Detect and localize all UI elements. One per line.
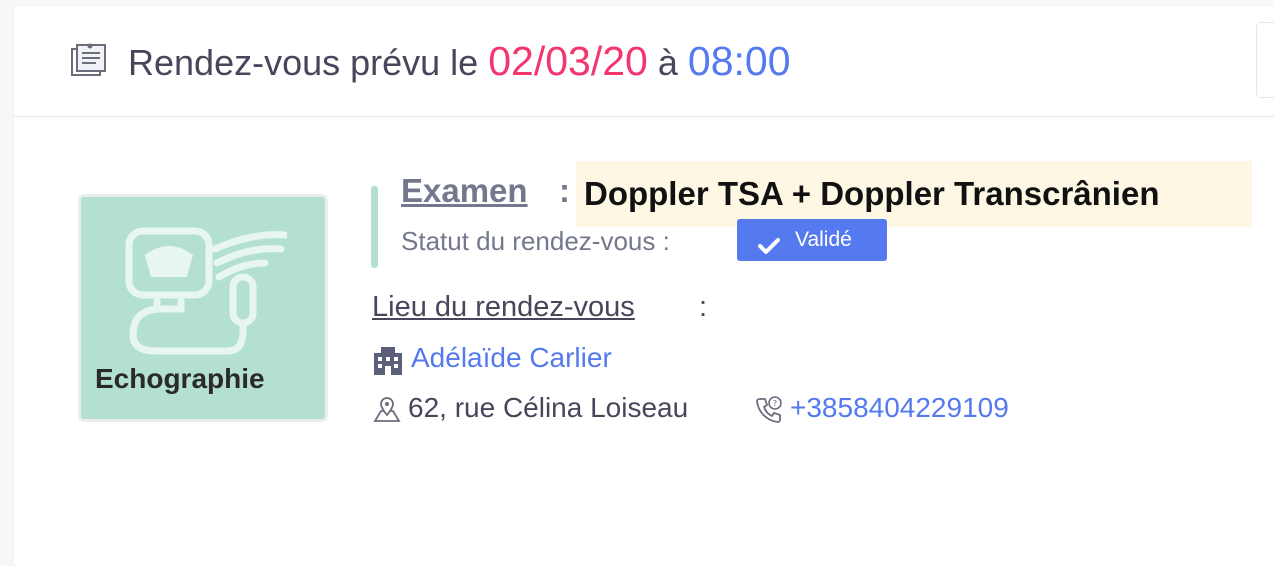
appointment-date: 02/03/20 — [488, 38, 648, 84]
location-phone-link[interactable]: +3858404229109 — [790, 392, 1009, 424]
ultrasound-icon — [125, 227, 287, 355]
notepad-icon — [68, 42, 108, 78]
title-connector: à — [657, 42, 678, 83]
location-place-link[interactable]: Adélaïde Carlier — [411, 342, 612, 374]
exam-colon: : — [559, 172, 570, 209]
exam-name: Doppler TSA + Doppler Transcrânien — [576, 161, 1252, 227]
status-label: Statut du rendez-vous : — [401, 226, 670, 256]
exam-category-thumbnail: Echographie — [78, 194, 328, 422]
check-icon — [757, 229, 781, 271]
appointment-card: Rendez-vous prévu le 02/03/20 à 08:00 Ec… — [14, 6, 1274, 566]
location-colon: : — [699, 291, 708, 323]
location-address: 62, rue Célina Loiseau — [408, 392, 689, 423]
status-value: Validé — [795, 228, 852, 251]
building-icon — [372, 345, 404, 380]
svg-text:?: ? — [773, 399, 777, 408]
header-action-button[interactable] — [1256, 22, 1274, 98]
appointment-title: Rendez-vous prévu le 02/03/20 à 08:00 — [128, 36, 791, 88]
exam-accent-bar — [371, 186, 378, 268]
appointment-time: 08:00 — [687, 38, 791, 84]
title-prefix: Rendez-vous prévu le — [128, 42, 479, 83]
status-badge: Validé — [737, 219, 887, 261]
phone-icon: ? — [754, 395, 784, 430]
exam-category-label: Echographie — [95, 363, 265, 394]
exam-label: Examen — [401, 172, 528, 209]
appointment-header: Rendez-vous prévu le 02/03/20 à 08:00 — [14, 6, 1274, 117]
map-pin-icon — [372, 395, 402, 430]
location-label: Lieu du rendez-vous — [372, 291, 635, 323]
